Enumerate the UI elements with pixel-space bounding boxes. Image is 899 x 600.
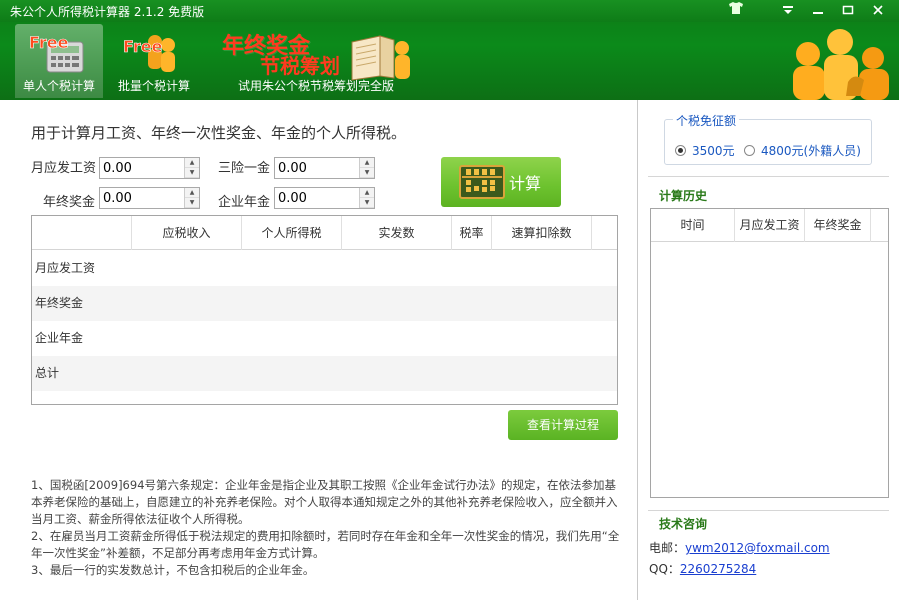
book-people-icon [351, 35, 410, 81]
close-icon[interactable] [863, 0, 893, 20]
note-item: 3、最后一行的实发数总计，不包含扣税后的企业年金。 [31, 563, 315, 577]
page-title: 用于计算月工资、年终一次性奖金、年金的个人所得税。 [31, 124, 407, 142]
history-table: 时间 月应发工资 年终奖金 [650, 208, 889, 498]
spin-up-icon[interactable]: ▲ [360, 188, 374, 198]
tab-single-calc[interactable]: Free 单人个税计算 [15, 24, 103, 98]
free-people-icon: Free [123, 35, 175, 72]
column-header: 应税收入 [132, 216, 242, 250]
tab-label: 试用朱公个税节税筹划完全版 [238, 79, 395, 93]
dropdown-icon[interactable] [773, 0, 803, 20]
enterprise-annuity-spinbox[interactable]: ▲▼ [274, 187, 375, 209]
header-banner: 朱公个人所得税计算器 2.1.2 免费版 Free 单人个税计算 Free 批量… [0, 0, 899, 100]
column-header: 月应发工资 [735, 209, 805, 242]
view-process-button[interactable]: 查看计算过程 [508, 410, 618, 440]
abacus-icon [459, 165, 505, 199]
free-calculator-icon: Free [29, 33, 84, 73]
monthly-salary-input[interactable] [100, 158, 184, 178]
column-header: 实发数 [342, 216, 452, 250]
radio-label: 4800元(外籍人员) [761, 144, 861, 158]
social-insurance-spinbox[interactable]: ▲▼ [274, 157, 375, 179]
shirt-icon[interactable] [729, 2, 743, 17]
exemption-group: 个税免征额 3500元 4800元(外籍人员) [664, 112, 872, 165]
spin-down-icon[interactable]: ▼ [185, 198, 199, 208]
email-line: 电邮：ywm2012@foxmail.com [649, 539, 830, 556]
radio-label: 3500元 [692, 144, 735, 158]
tab-tax-planning-promo[interactable]: 年终奖金 节税筹划 试用朱公个税节税筹划完全版 [220, 26, 420, 98]
social-insurance-label: 三险一金 [218, 161, 271, 176]
spin-down-icon[interactable]: ▼ [360, 198, 374, 208]
spin-down-icon[interactable]: ▼ [185, 168, 199, 178]
email-label: 电邮： [649, 541, 686, 555]
column-header: 税率 [452, 216, 492, 250]
radio-4800[interactable]: 4800元(外籍人员) [744, 142, 861, 159]
notes: 1、国税函[2009]694号第六条规定：企业年金是指企业及其职工按照《企业年金… [31, 477, 621, 579]
history-table-header: 时间 月应发工资 年终奖金 [651, 209, 888, 242]
tab-label: 单人个税计算 [22, 79, 95, 93]
promo-line-2: 节税筹划 [260, 54, 340, 78]
qq-label: QQ： [649, 562, 680, 576]
enterprise-annuity-input[interactable] [275, 188, 359, 208]
radio-unselected-icon[interactable] [744, 145, 755, 156]
year-end-bonus-label: 年终奖金 [43, 195, 96, 210]
column-header [32, 216, 132, 250]
spin-arrows[interactable]: ▲ ▼ [359, 188, 374, 208]
result-table-header: 应税收入 个人所得税 实发数 税率 速算扣除数 [32, 216, 617, 250]
monthly-salary-spinbox[interactable]: ▲▼ [99, 157, 200, 179]
radio-selected-icon[interactable] [675, 145, 686, 156]
tab-batch-calc[interactable]: Free 批量个税计算 [109, 24, 199, 98]
result-table: 应税收入 个人所得税 实发数 税率 速算扣除数 月应发工资 年终奖金 企业年金 … [31, 215, 618, 405]
spin-up-icon[interactable]: ▲ [360, 158, 374, 168]
note-item: 1、国税函[2009]694号第六条规定：企业年金是指企业及其职工按照《企业年金… [31, 478, 618, 526]
spin-arrows[interactable]: ▲ ▼ [184, 188, 199, 208]
divider [648, 510, 889, 511]
tab-label: 批量个税计算 [117, 79, 190, 93]
year-end-bonus-input[interactable] [100, 188, 184, 208]
calculate-button[interactable]: 计算 [441, 157, 561, 207]
window-controls [773, 0, 893, 20]
radio-3500[interactable]: 3500元 [675, 142, 735, 159]
calculate-button-label: 计算 [509, 174, 542, 193]
spin-arrows[interactable]: ▲ ▼ [359, 158, 374, 178]
column-header: 个人所得税 [242, 216, 342, 250]
table-row[interactable]: 总计 [32, 356, 617, 391]
divider [648, 176, 889, 177]
maximize-icon[interactable] [833, 0, 863, 20]
social-insurance-input[interactable] [275, 158, 359, 178]
free-badge: Free [29, 33, 69, 52]
main-panel: 用于计算月工资、年终一次性奖金、年金的个人所得税。 月应发工资 ▲▼ 三险一金 … [0, 100, 638, 600]
table-row[interactable]: 年终奖金 [32, 286, 617, 321]
table-row[interactable]: 月应发工资 [32, 251, 617, 286]
minimize-icon[interactable] [803, 0, 833, 20]
column-header: 时间 [651, 209, 735, 242]
free-badge: Free [123, 37, 163, 56]
mascot-people-icon [793, 29, 889, 100]
column-header: 速算扣除数 [492, 216, 592, 250]
app-title: 朱公个人所得税计算器 2.1.2 免费版 [10, 5, 205, 19]
note-item: 2、在雇员当月工资薪金所得低于税法规定的费用扣除额时，若同时存在年金和全年一次性… [31, 529, 620, 560]
support-title: 技术咨询 [659, 517, 708, 531]
email-link[interactable]: ywm2012@foxmail.com [685, 541, 830, 555]
monthly-salary-label: 月应发工资 [31, 161, 97, 176]
column-header: 年终奖金 [805, 209, 871, 242]
year-end-bonus-spinbox[interactable]: ▲▼ [99, 187, 200, 209]
sidebar: 个税免征额 3500元 4800元(外籍人员) 计算历史 时间 月应发工资 年终… [639, 100, 899, 600]
qq-line: QQ：2260275284 [649, 560, 756, 577]
history-title: 计算历史 [659, 189, 708, 203]
spin-arrows[interactable]: ▲ ▼ [184, 158, 199, 178]
exemption-legend: 个税免征额 [673, 112, 740, 129]
enterprise-annuity-label: 企业年金 [218, 195, 271, 210]
spin-up-icon[interactable]: ▲ [185, 158, 199, 168]
spin-up-icon[interactable]: ▲ [185, 188, 199, 198]
table-row[interactable]: 企业年金 [32, 321, 617, 356]
qq-link[interactable]: 2260275284 [680, 562, 756, 576]
spin-down-icon[interactable]: ▼ [360, 168, 374, 178]
